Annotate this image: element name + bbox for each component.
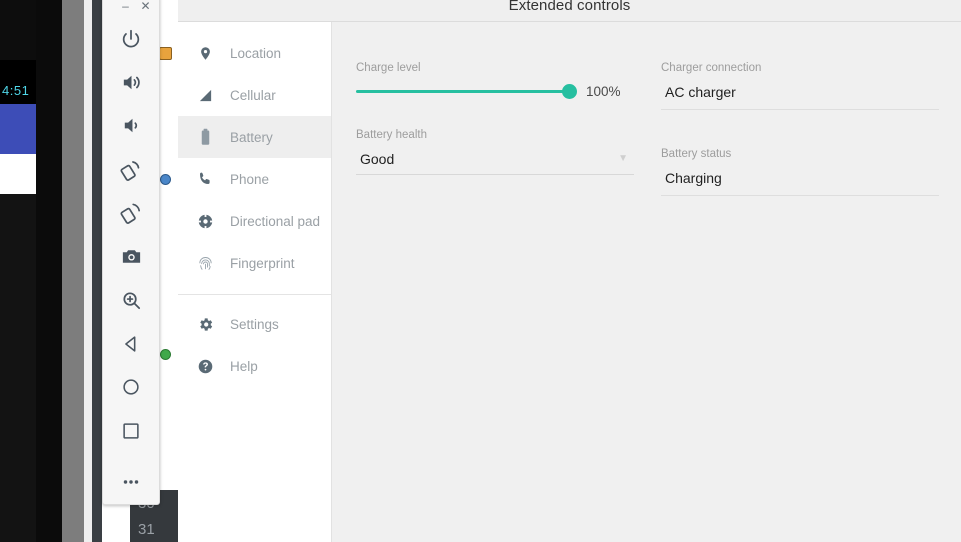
volume-up-button[interactable]	[108, 60, 154, 104]
location-pin-icon	[196, 44, 214, 62]
volume-down-icon	[120, 114, 143, 137]
rotate-right-icon	[120, 201, 143, 224]
cellular-signal-icon	[196, 86, 214, 104]
sidebar-item-label: Fingerprint	[230, 256, 295, 271]
settings-column-right: Charger connection AC charger Battery st…	[661, 62, 961, 196]
sidebar-item-settings[interactable]: Settings	[178, 303, 331, 345]
sidebar-item-label: Directional pad	[230, 214, 320, 229]
sidebar-divider	[178, 294, 331, 295]
directional-pad-icon	[196, 212, 214, 230]
home-icon	[120, 376, 142, 398]
rotate-left-icon	[120, 158, 143, 181]
sidebar-item-phone[interactable]: Phone	[178, 158, 331, 200]
extended-controls-button[interactable]	[108, 460, 154, 504]
sidebar-item-label: Phone	[230, 172, 269, 187]
home-button[interactable]	[108, 365, 154, 409]
charge-level-label: Charge level	[356, 62, 658, 74]
battery-status-select[interactable]: Charging	[661, 170, 939, 196]
sidebar-item-cellular[interactable]: Cellular	[178, 74, 331, 116]
charge-level-slider-thumb[interactable]	[562, 84, 577, 99]
toolbar-window-controls: – ✕	[103, 0, 159, 17]
charger-connection-value: AC charger	[661, 84, 736, 100]
power-icon	[120, 28, 142, 50]
battery-health-label: Battery health	[356, 129, 658, 141]
device-left-bezel	[36, 0, 62, 542]
camera-icon	[120, 245, 143, 268]
back-icon	[120, 333, 142, 355]
sidebar-item-directional-pad[interactable]: Directional pad	[178, 200, 331, 242]
back-button[interactable]	[108, 322, 154, 366]
notification-badge-green-icon	[160, 349, 171, 360]
device-frame: 4:51	[0, 0, 98, 542]
device-right-bezel	[92, 0, 102, 542]
help-circle-icon	[196, 357, 214, 375]
charge-level-slider[interactable]	[356, 90, 570, 93]
notification-badge-blue-icon	[160, 174, 171, 185]
notification-badge-orange-icon	[159, 47, 172, 60]
battery-status-value: Charging	[661, 170, 722, 186]
screen-root: 4:51 30 31 – ✕	[0, 0, 961, 542]
volume-up-icon	[120, 71, 143, 94]
overview-icon	[120, 420, 142, 442]
battery-status-label: Battery status	[661, 148, 961, 160]
window-titlebar: Extended controls	[178, 0, 961, 22]
emulator-toolbar: – ✕	[102, 0, 160, 505]
more-icon	[120, 471, 142, 493]
device-app-content-blue	[0, 104, 36, 154]
rotate-right-button[interactable]	[108, 191, 154, 235]
overview-button[interactable]	[108, 409, 154, 453]
sidebar-item-label: Battery	[230, 130, 273, 145]
phone-handset-icon	[196, 170, 214, 188]
volume-down-button[interactable]	[108, 104, 154, 148]
charge-level-slider-row: 100%	[356, 84, 658, 99]
sidebar-item-label: Settings	[230, 317, 279, 332]
device-app-content-white	[0, 154, 36, 194]
fingerprint-icon	[196, 254, 214, 272]
settings-row-1: Charge level 100% Battery health	[356, 62, 961, 196]
settings-column-left: Charge level 100% Battery health	[356, 62, 658, 196]
screenshot-button[interactable]	[108, 235, 154, 279]
rotate-left-button[interactable]	[108, 148, 154, 192]
sidebar-item-help[interactable]: Help	[178, 345, 331, 387]
window-title: Extended controls	[509, 0, 631, 14]
charger-connection-label: Charger connection	[661, 62, 961, 74]
sidebar-item-label: Cellular	[230, 88, 276, 103]
charge-level-value: 100%	[586, 84, 621, 99]
battery-status-field: Battery status Charging	[661, 148, 961, 196]
battery-health-value: Good	[360, 151, 394, 167]
charger-connection-select[interactable]: AC charger	[661, 84, 939, 110]
window-body: Location Cellular	[178, 22, 961, 542]
power-button[interactable]	[108, 17, 154, 61]
close-button[interactable]: ✕	[139, 0, 152, 12]
charge-level-field: Charge level 100%	[356, 62, 658, 99]
battery-icon	[196, 128, 214, 146]
battery-health-field: Battery health Good ▼	[356, 129, 658, 175]
sidebar: Location Cellular	[178, 22, 332, 542]
zoom-icon	[120, 289, 143, 312]
device-right-shadow	[62, 0, 84, 542]
chevron-down-icon: ▼	[618, 154, 628, 164]
gear-icon	[196, 315, 214, 333]
sidebar-item-fingerprint[interactable]: Fingerprint	[178, 242, 331, 284]
calendar-day-current: 31	[138, 521, 155, 538]
extended-controls-window: Extended controls Location	[178, 0, 961, 542]
sidebar-item-location[interactable]: Location	[178, 32, 331, 74]
sidebar-item-battery[interactable]: Battery	[178, 116, 331, 158]
minimize-button[interactable]: –	[119, 0, 132, 12]
device-outer-gap	[84, 0, 92, 542]
sidebar-item-label: Location	[230, 46, 281, 61]
sidebar-item-label: Help	[230, 359, 258, 374]
zoom-button[interactable]	[108, 278, 154, 322]
battery-settings-panel: Charge level 100% Battery health	[332, 22, 961, 542]
charger-connection-field: Charger connection AC charger	[661, 62, 961, 110]
battery-health-select[interactable]: Good ▼	[356, 151, 634, 175]
